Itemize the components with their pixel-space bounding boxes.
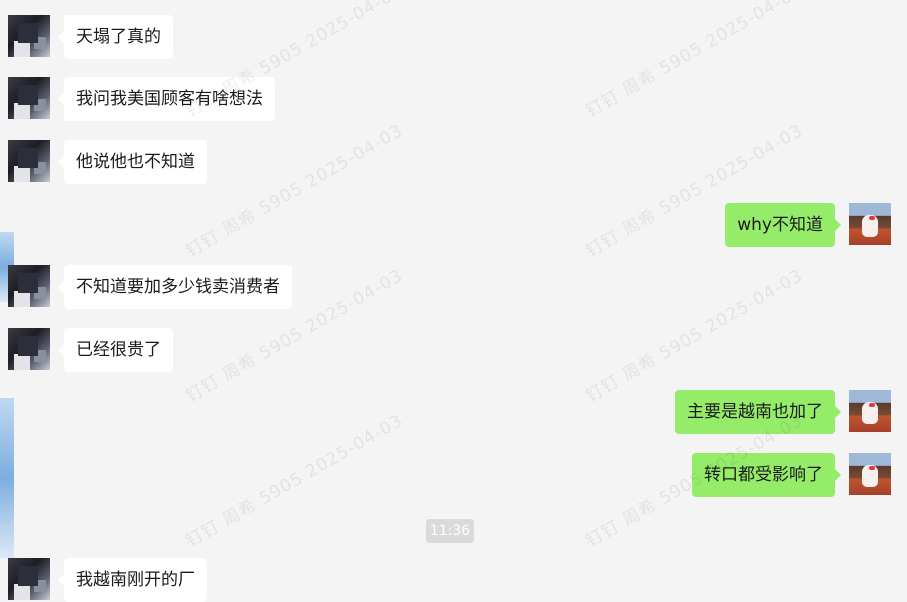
sender-avatar[interactable] — [8, 15, 50, 57]
sender-avatar[interactable] — [8, 140, 50, 182]
sender-avatar[interactable] — [8, 77, 50, 119]
sender-avatar[interactable] — [8, 265, 50, 307]
chat-message-area[interactable]: 天塌了真的 我问我美国顾客有啥想法 他说他也不知道 why不知道 不知道要加多少… — [0, 0, 907, 602]
outgoing-message-bubble[interactable]: why不知道 — [725, 203, 841, 247]
incoming-message-bubble[interactable]: 不知道要加多少钱卖消费者 — [58, 265, 292, 309]
incoming-message-bubble[interactable]: 我越南刚开的厂 — [58, 558, 207, 602]
incoming-message-bubble[interactable]: 他说他也不知道 — [58, 140, 207, 184]
time-divider: 11:36 — [426, 519, 474, 543]
my-avatar[interactable] — [849, 203, 891, 245]
my-avatar[interactable] — [849, 453, 891, 495]
avatar-edge-strip — [0, 398, 14, 558]
incoming-message-bubble[interactable]: 已经很贵了 — [58, 328, 173, 372]
outgoing-message-bubble[interactable]: 主要是越南也加了 — [675, 390, 841, 434]
incoming-message-bubble[interactable]: 我问我美国顾客有啥想法 — [58, 77, 275, 121]
my-avatar[interactable] — [849, 390, 891, 432]
sender-avatar[interactable] — [8, 328, 50, 370]
outgoing-message-bubble[interactable]: 转口都受影响了 — [692, 453, 841, 497]
incoming-message-bubble[interactable]: 天塌了真的 — [58, 15, 173, 59]
sender-avatar[interactable] — [8, 558, 50, 600]
